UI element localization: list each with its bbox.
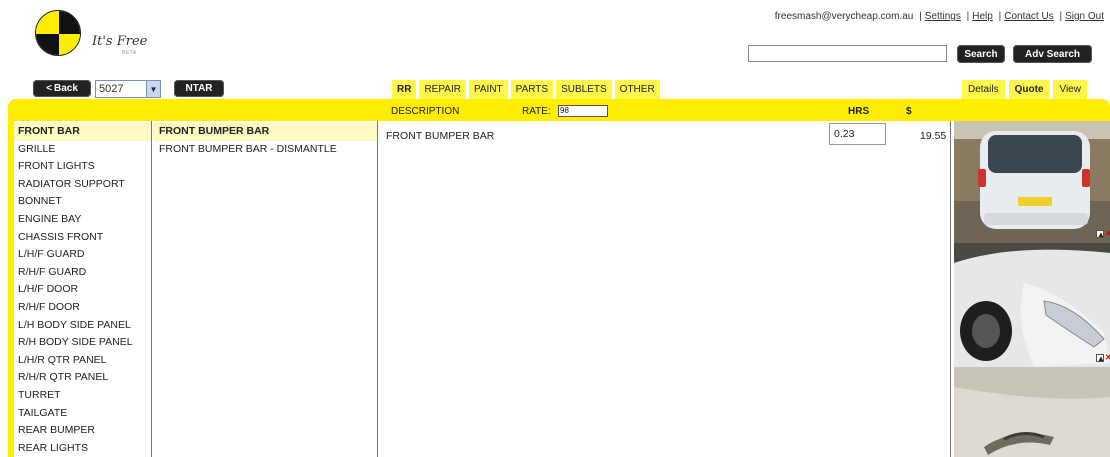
tab-sublets[interactable]: SUBLETS <box>556 80 612 99</box>
vehicle-photo[interactable]: ▲ ✕ <box>954 121 1110 243</box>
quote-lines-panel <box>379 121 951 457</box>
section-item[interactable]: TAILGATE <box>14 405 151 423</box>
section-list-panel: FRONT BAR GRILLE FRONT LIGHTS RADIATOR SUPP… <box>14 121 152 457</box>
top-links: freesmash@verycheap.com.au | Settings | He… <box>775 11 1104 22</box>
section-item[interactable]: REAR BUMPER <box>14 422 151 440</box>
section-list: FRONT BAR GRILLE FRONT LIGHTS RADIATOR SUPP… <box>14 123 151 457</box>
move-up-icon[interactable]: ▲ <box>1096 354 1105 363</box>
logo-text: It's Free <box>92 34 148 49</box>
quote-line-amount: 19.55 <box>920 130 947 142</box>
section-item[interactable]: REAR LIGHTS <box>14 440 151 457</box>
hrs-header: HRS <box>848 106 870 117</box>
app-root: It's Free BETA freesmash@verycheap.com.a… <box>0 0 1110 457</box>
tab-other[interactable]: OTHER <box>614 80 660 99</box>
section-item[interactable]: L/H BODY SIDE PANEL <box>14 317 151 335</box>
section-item[interactable]: L/H/R QTR PANEL <box>14 352 151 370</box>
link-separator: | <box>919 11 922 22</box>
logo-subtext: BETA <box>122 50 137 56</box>
operation-list-panel: FRONT BUMPER BAR FRONT BUMPER BAR - DISMA… <box>153 121 378 457</box>
adv-search-button[interactable]: Adv Search <box>1013 45 1092 63</box>
section-item[interactable]: RADIATOR SUPPORT <box>14 176 151 194</box>
delete-icon[interactable]: ✕ <box>1105 354 1110 362</box>
photo-controls: ▲ ✕ <box>1096 230 1110 240</box>
section-item[interactable]: FRONT BAR <box>14 123 151 141</box>
tab-rr[interactable]: RR <box>392 80 417 99</box>
section-item[interactable]: BONNET <box>14 193 151 211</box>
back-button[interactable]: < Back <box>33 80 91 97</box>
operation-item[interactable]: FRONT BUMPER BAR <box>153 123 377 141</box>
tab-view[interactable]: View <box>1053 80 1087 99</box>
ntar-button[interactable]: NTAR <box>174 80 224 97</box>
tab-parts[interactable]: PARTS <box>510 80 554 99</box>
tab-quote[interactable]: Quote <box>1008 80 1050 99</box>
section-item[interactable]: GRILLE <box>14 141 151 159</box>
tab-repair[interactable]: REPAIR <box>419 80 466 99</box>
section-item[interactable]: ENGINE BAY <box>14 211 151 229</box>
section-item[interactable]: R/H/F DOOR <box>14 299 151 317</box>
section-item[interactable]: FRONT LIGHTS <box>14 158 151 176</box>
link-separator: | <box>1059 11 1063 22</box>
section-item[interactable]: R/H BODY SIDE PANEL <box>14 334 151 352</box>
back-button-label: Back <box>53 83 78 94</box>
section-item[interactable]: CHASSIS FRONT <box>14 229 151 247</box>
job-number-value: 5027 <box>99 83 124 95</box>
delete-icon[interactable]: ✕ <box>1105 230 1110 238</box>
settings-link[interactable]: Settings <box>925 11 961 22</box>
rate-input[interactable]: 98 <box>558 105 608 117</box>
sign-out-link[interactable]: Sign Out <box>1065 11 1104 22</box>
operation-item[interactable]: FRONT BUMPER BAR - DISMANTLE <box>153 141 377 159</box>
section-item[interactable]: L/H/F DOOR <box>14 281 151 299</box>
quote-tabs: RR REPAIR PAINT PARTS SUBLETS OTHER <box>392 80 660 99</box>
operation-list: FRONT BUMPER BAR FRONT BUMPER BAR - DISMA… <box>153 123 377 158</box>
section-item[interactable]: L/H/F GUARD <box>14 246 151 264</box>
vehicle-photo[interactable] <box>954 367 1110 457</box>
photo-controls: ▲ ✕ <box>1096 354 1110 364</box>
hrs-input[interactable]: 0.23 <box>829 123 886 145</box>
rate-header: RATE: <box>522 106 551 117</box>
amount-header: $ <box>906 106 912 117</box>
move-up-icon[interactable]: ▲ <box>1096 230 1105 239</box>
section-item[interactable]: R/H/R QTR PANEL <box>14 369 151 387</box>
user-email: freesmash@verycheap.com.au <box>774 11 914 22</box>
section-item[interactable]: R/H/F GUARD <box>14 264 151 282</box>
search-input[interactable] <box>748 45 947 62</box>
vehicle-photo[interactable]: ▲ ✕ <box>954 243 1110 367</box>
back-arrow-icon: < <box>46 83 52 94</box>
search-button[interactable]: Search <box>957 45 1005 63</box>
section-item[interactable]: TURRET <box>14 387 151 405</box>
tab-details[interactable]: Details <box>962 80 1005 99</box>
logo-icon <box>35 10 81 56</box>
chevron-down-icon[interactable]: ▼ <box>146 81 160 97</box>
job-number-select[interactable]: 5027 ▼ <box>95 80 161 98</box>
help-link[interactable]: Help <box>972 11 993 22</box>
tab-paint[interactable]: PAINT <box>468 80 508 99</box>
link-separator: | <box>998 11 1002 22</box>
link-separator: | <box>966 11 970 22</box>
description-header: DESCRIPTION <box>391 106 460 117</box>
contact-us-link[interactable]: Contact Us <box>1004 11 1053 22</box>
quote-line-description: FRONT BUMPER BAR <box>386 130 495 142</box>
view-tabs: Details Quote View <box>962 80 1087 99</box>
